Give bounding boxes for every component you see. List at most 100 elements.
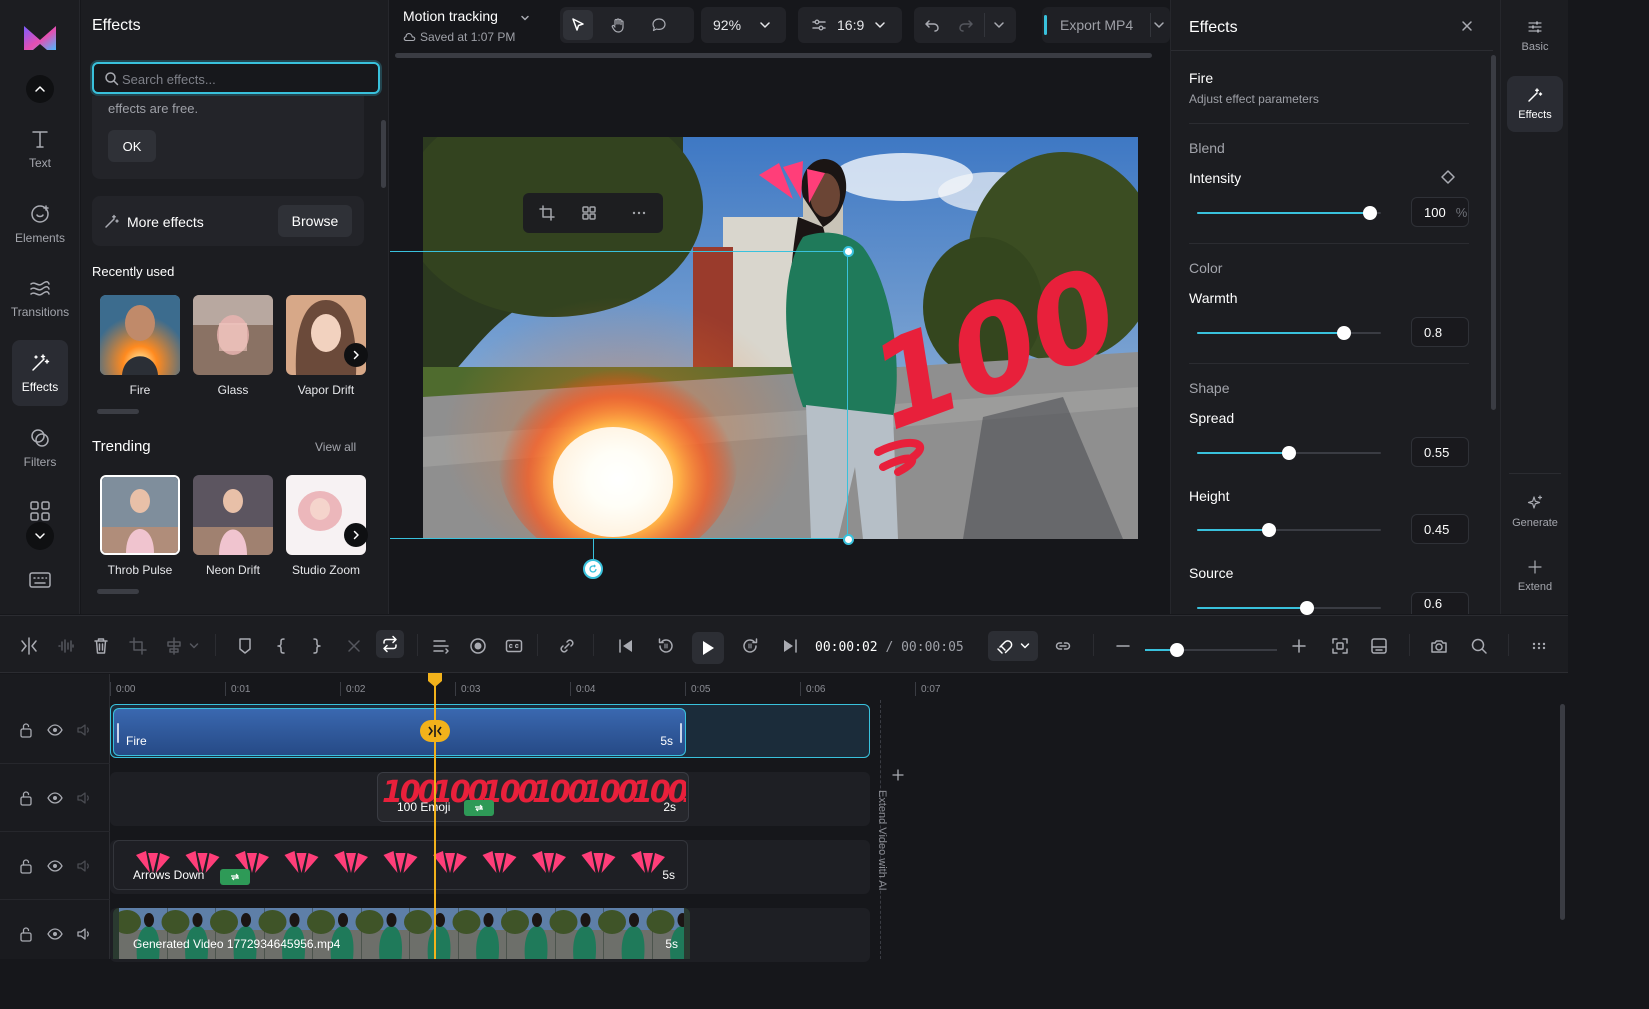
audio-split-icon[interactable] [57, 637, 75, 655]
mark-in-icon[interactable] [275, 637, 287, 655]
slider-knob[interactable] [1170, 643, 1184, 657]
comment-icon[interactable] [651, 17, 667, 33]
split-at-playhead-button[interactable] [420, 720, 450, 742]
scroll-down-button[interactable] [26, 522, 54, 550]
skip-to-end-icon[interactable] [781, 637, 799, 655]
snap-icon[interactable] [432, 637, 450, 655]
mark-out-icon[interactable] [311, 637, 323, 655]
slider-knob[interactable] [1262, 523, 1276, 537]
clip-100-emoji[interactable]: 100100100100100100100 100 Emoji 2s [377, 772, 689, 822]
rewind-icon[interactable] [657, 637, 675, 655]
crop-icon[interactable] [129, 637, 147, 655]
search-field[interactable] [92, 62, 380, 94]
rail-item-effects[interactable]: Effects [12, 340, 68, 406]
link-icon[interactable] [1054, 637, 1072, 655]
spread-input[interactable]: 0.55 [1411, 437, 1469, 467]
intensity-slider[interactable] [1197, 206, 1381, 220]
trash-icon[interactable] [93, 637, 109, 655]
trim-handle-left[interactable] [117, 723, 119, 743]
eye-icon[interactable] [47, 858, 63, 874]
rail-item-transitions[interactable]: Transitions [0, 263, 80, 333]
apps-grid-icon[interactable] [29, 500, 51, 522]
aspect-ratio-select[interactable]: 16:9 [798, 7, 902, 43]
trending-scrollbar[interactable] [97, 589, 139, 594]
close-icon[interactable] [1460, 19, 1474, 33]
browse-button[interactable]: Browse [278, 205, 352, 237]
source-input[interactable]: 0.6 [1411, 592, 1469, 614]
select-tool-button[interactable] [563, 10, 593, 40]
timeline-zoom-slider[interactable] [1145, 643, 1277, 657]
rail-item-filters[interactable]: Filters [0, 413, 80, 483]
rotate-handle[interactable] [583, 559, 603, 579]
playhead-handle[interactable] [427, 672, 443, 688]
keyframe-diamond-icon[interactable] [1441, 170, 1455, 184]
chevron-down-icon[interactable] [189, 642, 199, 650]
clip-generated-video[interactable]: Generated Video 1772934645956.mp4 5s [113, 908, 690, 959]
height-input[interactable]: 0.45 [1411, 514, 1469, 544]
recently-used-scrollbar[interactable] [97, 409, 139, 414]
more-grid-icon[interactable] [1530, 637, 1548, 655]
magnet-select[interactable] [988, 631, 1038, 661]
search-icon[interactable] [1470, 637, 1488, 655]
slider-knob[interactable] [1300, 601, 1314, 615]
trending-next-button[interactable] [344, 523, 368, 547]
eye-icon[interactable] [47, 722, 63, 738]
grid-icon[interactable] [581, 205, 597, 221]
link-clip-icon[interactable] [558, 637, 576, 655]
marker-icon[interactable] [237, 637, 253, 655]
lock-icon[interactable] [19, 858, 33, 874]
loop-button[interactable] [376, 630, 404, 658]
clear-marks-icon[interactable] [347, 637, 361, 655]
clip-arrows-down[interactable]: Arrows Down 5s [113, 840, 688, 890]
spread-slider[interactable] [1197, 446, 1381, 460]
chevron-down-icon[interactable] [993, 20, 1005, 30]
resize-handle[interactable] [843, 246, 854, 257]
view-all-link[interactable]: View all [315, 440, 356, 454]
time-ruler[interactable]: 0:00 0:01 0:02 0:03 0:04 0:05 0:06 0:07 [110, 674, 1560, 698]
lock-icon[interactable] [19, 926, 33, 942]
record-icon[interactable] [469, 637, 487, 655]
chevron-down-icon[interactable] [520, 13, 530, 23]
skip-to-start-icon[interactable] [617, 637, 635, 655]
ok-button[interactable]: OK [108, 130, 156, 162]
align-icon[interactable] [165, 637, 183, 655]
panel-scrollbar[interactable] [381, 120, 386, 188]
play-button[interactable] [692, 632, 724, 664]
undo-icon[interactable] [924, 17, 940, 33]
project-title[interactable]: Motion tracking [403, 8, 498, 24]
slider-knob[interactable] [1363, 206, 1377, 220]
linked-badge[interactable] [464, 800, 494, 816]
effect-thumb-glass[interactable] [193, 295, 273, 375]
search-input[interactable] [122, 69, 362, 89]
app-logo[interactable] [23, 24, 57, 52]
fit-to-screen-icon[interactable] [1331, 637, 1349, 655]
crop-icon[interactable] [539, 205, 555, 221]
effect-thumb-throb-pulse[interactable] [100, 475, 180, 555]
fast-forward-icon[interactable] [741, 637, 759, 655]
hand-tool-icon[interactable] [610, 17, 626, 33]
panel-scrollbar[interactable] [1491, 55, 1496, 410]
eye-icon[interactable] [47, 790, 63, 806]
selection-box[interactable] [390, 251, 848, 539]
rail-item-text[interactable]: Text [0, 114, 80, 184]
canvas-scrollbar[interactable] [395, 53, 1152, 58]
slider-knob[interactable] [1282, 446, 1296, 460]
rail-item-elements[interactable]: Elements [0, 189, 80, 259]
captions-icon[interactable] [505, 637, 523, 655]
slider-knob[interactable] [1337, 326, 1351, 340]
snapshot-icon[interactable] [1430, 637, 1448, 655]
zoom-in-icon[interactable] [1291, 637, 1307, 655]
speaker-icon[interactable] [76, 926, 92, 942]
more-icon[interactable] [631, 205, 647, 221]
scroll-up-button[interactable] [26, 75, 54, 103]
rail-item-effects[interactable]: Effects [1507, 76, 1563, 132]
lock-icon[interactable] [19, 722, 33, 738]
warmth-slider[interactable] [1197, 326, 1381, 340]
layout-icon[interactable] [1370, 637, 1388, 655]
linked-badge[interactable] [220, 869, 250, 885]
warmth-input[interactable]: 0.8 [1411, 317, 1469, 347]
timeline-scrollbar[interactable] [1560, 704, 1565, 920]
lock-icon[interactable] [19, 790, 33, 806]
export-button[interactable]: Export MP4 [1042, 7, 1170, 43]
height-slider[interactable] [1197, 523, 1381, 537]
